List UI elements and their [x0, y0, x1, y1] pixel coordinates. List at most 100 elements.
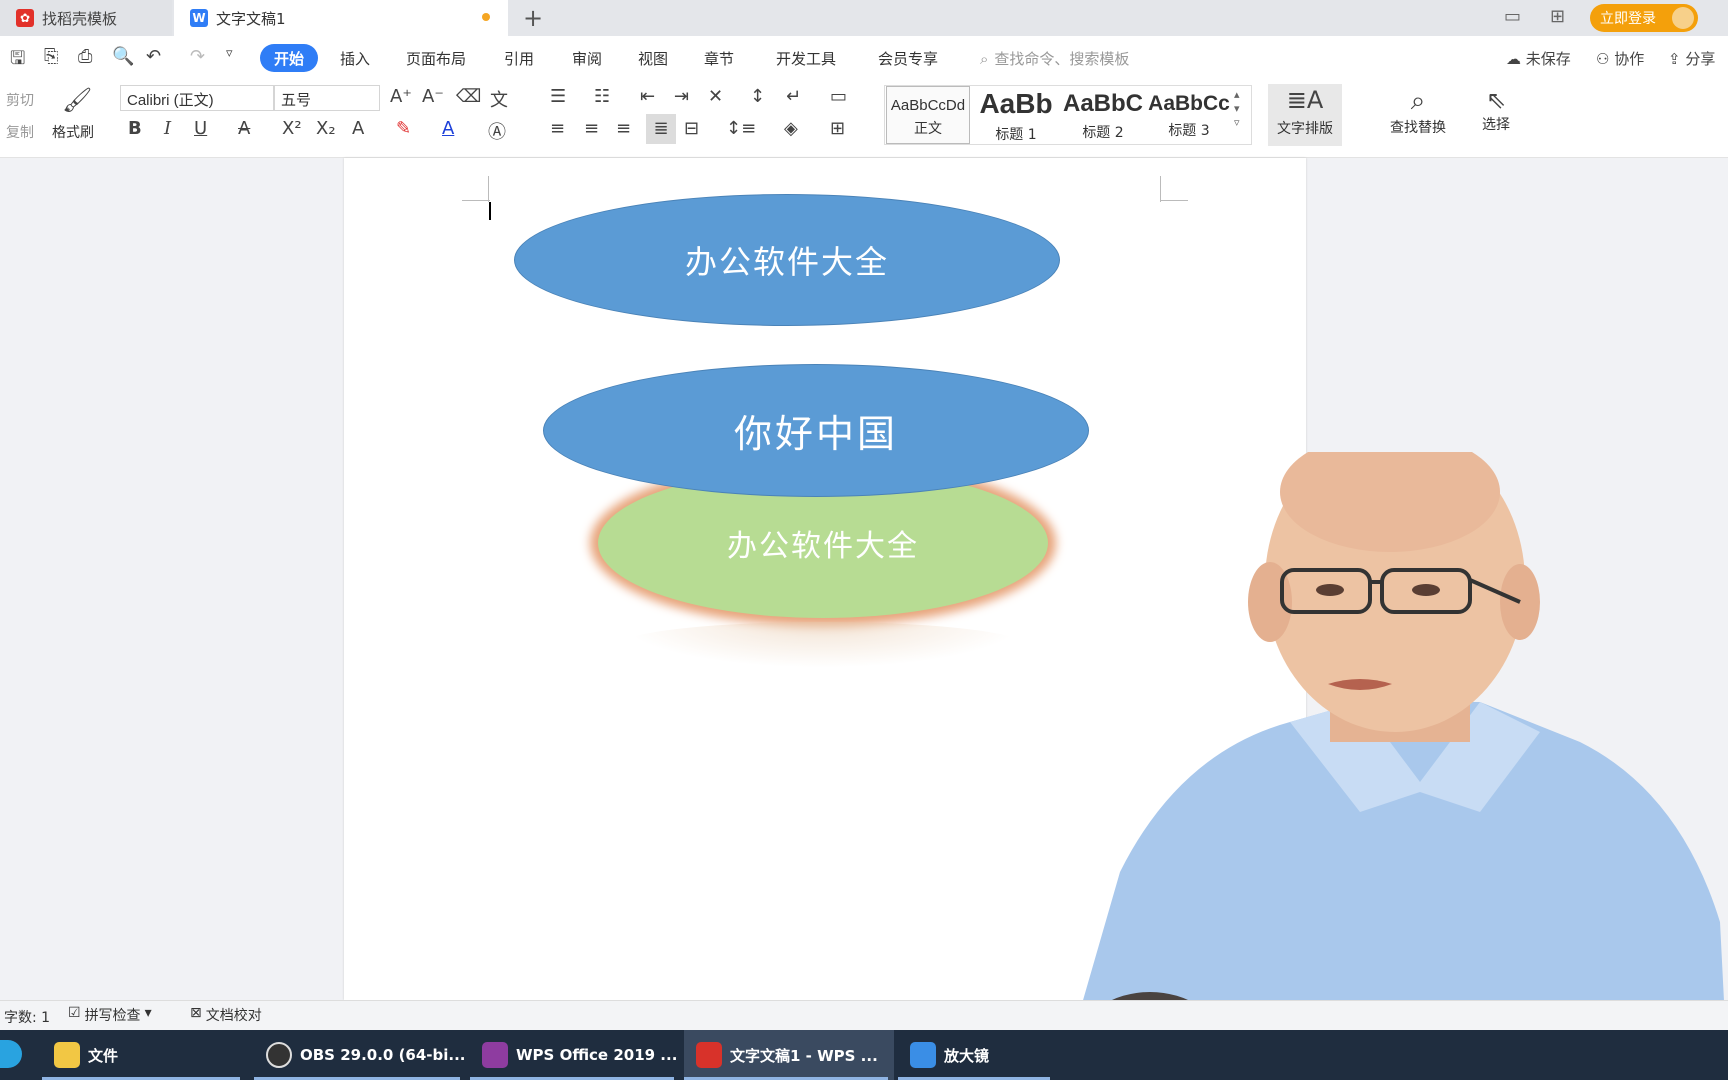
decrease-indent-icon[interactable]: ⇤ — [640, 86, 655, 107]
style-label: 标题 1 — [995, 127, 1037, 143]
taskbar-item-wps-office[interactable]: WPS Office 2019 ... — [470, 1030, 680, 1080]
show-marks-icon[interactable]: ↵ — [786, 86, 801, 107]
export-icon[interactable]: ⎘ — [44, 46, 58, 67]
doc-proof-label: 文档校对 — [205, 1008, 262, 1024]
tab-document[interactable]: W 文字文稿1 — [174, 0, 508, 36]
magnifier-icon: ⌕ — [1410, 86, 1426, 116]
superscript-icon[interactable]: X² — [282, 118, 302, 139]
line-spacing-icon[interactable]: ↕≡ — [726, 118, 756, 139]
format-painter-icon[interactable]: 🖌 — [62, 86, 92, 114]
redo-icon[interactable]: ↷ — [190, 46, 205, 67]
style-normal[interactable]: AaBbCcDd 正文 — [886, 86, 970, 144]
justify-icon[interactable]: ≣ — [646, 114, 676, 144]
shading-icon[interactable]: ◈ — [784, 118, 798, 139]
menu-review[interactable]: 审阅 — [572, 48, 602, 69]
command-search[interactable]: ⌕ 查找命令、搜索模板 — [980, 48, 1129, 69]
layout-icon[interactable]: ▭ — [1504, 6, 1521, 27]
align-left-icon[interactable]: ≡ — [550, 118, 565, 139]
taskbar-label: 放大镜 — [944, 1046, 990, 1065]
font-color-icon[interactable]: A — [442, 118, 454, 139]
menu-page-layout[interactable]: 页面布局 — [406, 48, 466, 69]
checkbox-icon: ☑ — [68, 1005, 81, 1021]
menu-member[interactable]: 会员专享 — [878, 48, 938, 69]
menu-developer[interactable]: 开发工具 — [776, 48, 836, 69]
increase-indent-icon[interactable]: ⇥ — [674, 86, 689, 107]
phonetic-icon[interactable]: 文 — [490, 86, 508, 112]
numbering-icon[interactable]: ☷ — [594, 86, 610, 107]
distribute-icon[interactable]: ⊟ — [684, 118, 699, 139]
style-heading-2[interactable]: AaBbC 标题 2 — [1060, 86, 1146, 144]
taskbar-item-document[interactable]: 文字文稿1 - WPS ... — [684, 1030, 894, 1080]
taskbar-item-obs[interactable]: OBS 29.0.0 (64-bi... — [254, 1030, 466, 1080]
bullets-icon[interactable]: ☰ — [550, 86, 566, 107]
menu-insert[interactable]: 插入 — [340, 48, 370, 69]
avatar-icon — [1672, 7, 1694, 29]
style-scroll-icon[interactable]: ▴ ▾ ▿ — [1234, 88, 1240, 130]
unsaved-dot — [482, 13, 490, 21]
find-replace-label: 查找替换 — [1390, 120, 1446, 136]
find-replace-button[interactable]: ⌕ 查找替换 — [1378, 86, 1458, 137]
preview-icon[interactable]: 🔍 — [112, 46, 134, 67]
text-layout-button[interactable]: ≣A 文字排版 — [1268, 84, 1342, 146]
save-icon[interactable]: 🖫 — [10, 46, 25, 76]
sort-icon[interactable]: ↕ — [750, 86, 765, 107]
menu-start[interactable]: 开始 — [260, 44, 318, 72]
grow-font-icon[interactable]: A⁺ — [390, 86, 412, 107]
proof-icon: ⊠ — [190, 1005, 202, 1021]
print-icon[interactable]: ⎙ — [78, 46, 92, 67]
unsaved-status[interactable]: ☁ 未保存 — [1506, 48, 1571, 69]
highlight-icon[interactable]: ✎ — [396, 118, 411, 139]
style-preview: AaBb — [979, 88, 1053, 119]
subscript-icon[interactable]: X₂ — [316, 118, 336, 139]
margin-mark — [1160, 200, 1188, 201]
share-button[interactable]: ⇪ 分享 — [1668, 48, 1715, 69]
ellipse-shape-1[interactable]: 办公软件大全 — [514, 194, 1060, 326]
grid-icon[interactable]: ⊞ — [1550, 6, 1565, 27]
copy-button[interactable]: 复制 — [6, 122, 34, 142]
folder-icon — [54, 1042, 80, 1068]
char-border-icon[interactable]: Ⓐ — [488, 118, 506, 144]
word-count[interactable]: 字数: 1 — [4, 1007, 50, 1027]
spell-check-button[interactable]: ☑ 拼写检查 ▾ — [68, 1005, 152, 1025]
ellipse-shape-2[interactable]: 你好中国 — [543, 364, 1089, 497]
tab-docer-templates[interactable]: ✿ 找稻壳模板 — [0, 0, 172, 36]
wps-pdf-icon — [482, 1042, 508, 1068]
new-tab-button[interactable]: + — [520, 4, 546, 32]
select-button[interactable]: ⇖ 选择 — [1466, 86, 1526, 134]
tabs-icon[interactable]: ▭ — [830, 86, 847, 107]
align-center-icon[interactable]: ≡ — [584, 118, 599, 139]
align-right-icon[interactable]: ≡ — [616, 118, 631, 139]
text-effect-icon[interactable]: A — [352, 118, 364, 139]
login-button[interactable]: 立即登录 — [1590, 4, 1698, 32]
collaborate-button[interactable]: ⚇ 协作 — [1596, 48, 1644, 69]
chevron-down-icon: ▾ — [144, 1005, 152, 1021]
format-painter-label[interactable]: 格式刷 — [52, 122, 94, 142]
menu-chapter[interactable]: 章节 — [704, 48, 734, 69]
docer-icon: ✿ — [16, 9, 34, 27]
cut-button[interactable]: 剪切 — [6, 90, 34, 110]
bold-icon[interactable]: B — [128, 118, 142, 139]
margin-mark — [462, 200, 490, 201]
menu-view[interactable]: 视图 — [638, 48, 668, 69]
underline-icon[interactable]: U — [194, 118, 207, 139]
taskbar-item-magnifier[interactable]: 放大镜 — [898, 1030, 1056, 1080]
undo-icon[interactable]: ↶ — [146, 46, 161, 67]
taskbar-item-files[interactable]: 文件 — [42, 1030, 246, 1080]
wps-writer-icon: W — [190, 9, 208, 27]
chinese-layout-icon[interactable]: ✕ — [708, 86, 723, 107]
taskbar-label: 文件 — [88, 1046, 119, 1065]
clear-format-icon[interactable]: ⌫ — [456, 86, 481, 107]
shrink-font-icon[interactable]: A⁻ — [422, 86, 444, 107]
select-label: 选择 — [1482, 117, 1510, 133]
more-icon[interactable]: ▿ — [226, 46, 233, 61]
italic-icon[interactable]: I — [164, 118, 171, 139]
borders-icon[interactable]: ⊞ — [830, 118, 845, 139]
font-size-select[interactable]: 五号 — [274, 85, 380, 111]
strikethrough-icon[interactable]: A — [238, 118, 250, 139]
doc-proof-button[interactable]: ⊠ 文档校对 — [190, 1005, 262, 1025]
style-heading-1[interactable]: AaBb 标题 1 — [972, 86, 1060, 144]
menu-references[interactable]: 引用 — [504, 48, 534, 69]
style-heading-3[interactable]: AaBbCc 标题 3 — [1148, 86, 1230, 144]
style-label: 标题 2 — [1082, 125, 1124, 141]
font-family-select[interactable]: Calibri (正文) — [120, 85, 274, 111]
